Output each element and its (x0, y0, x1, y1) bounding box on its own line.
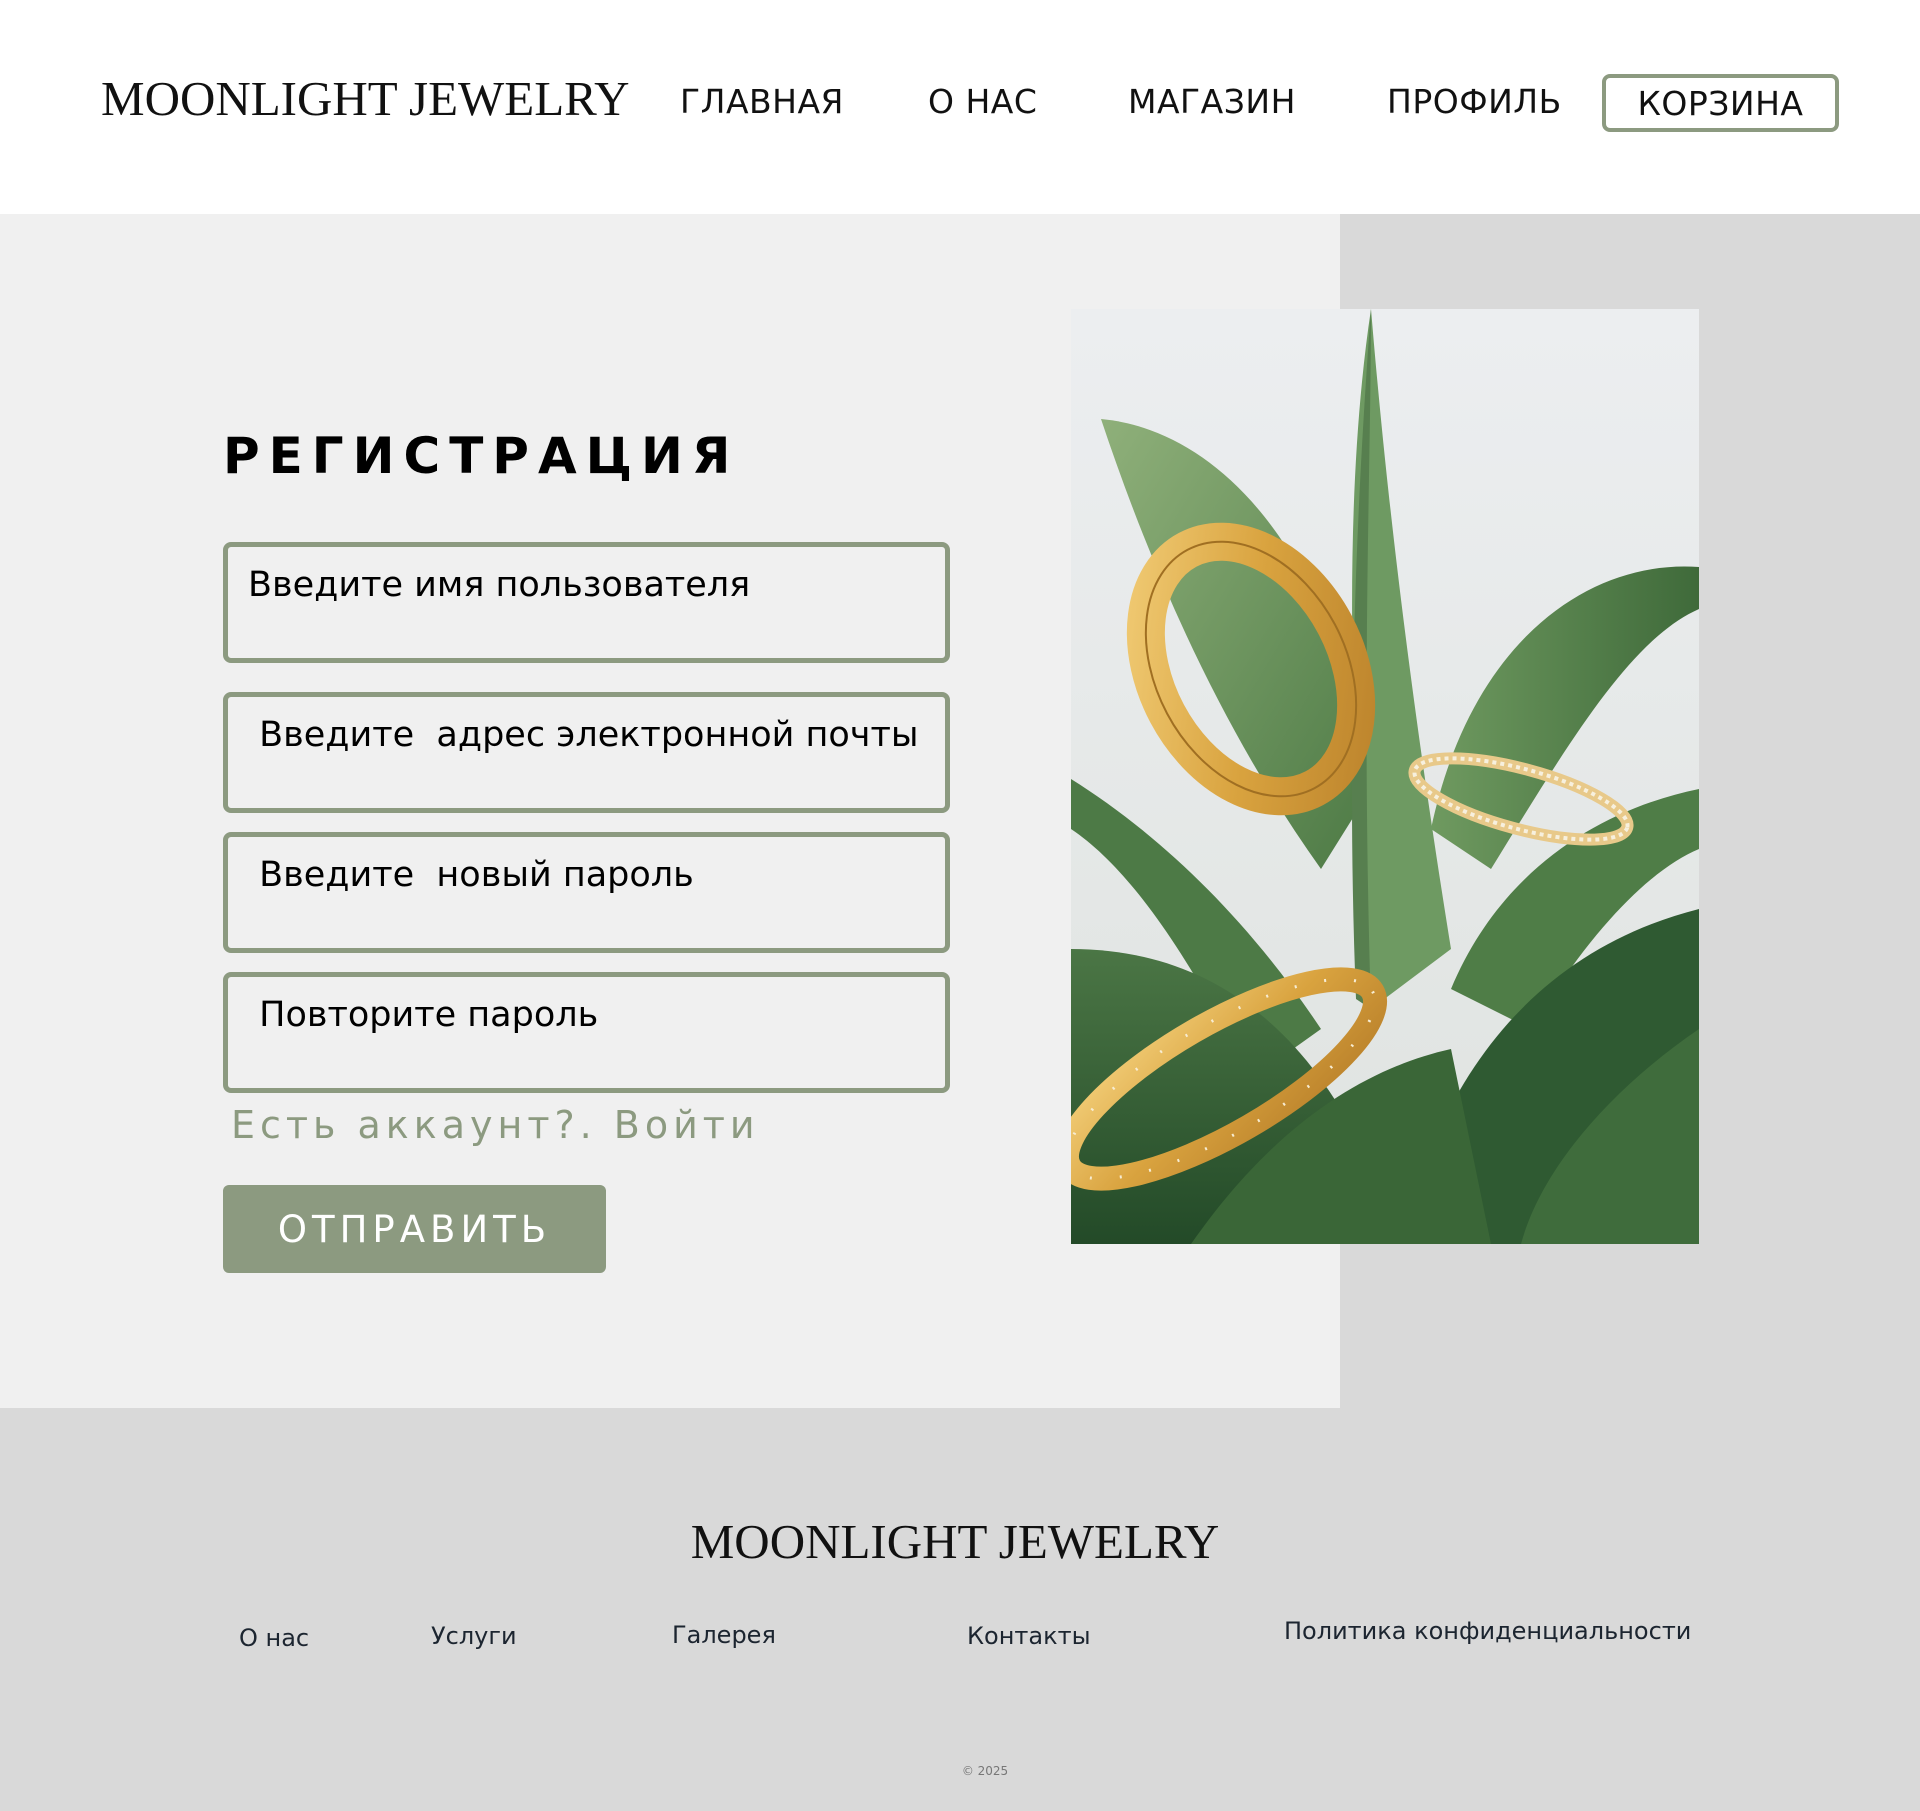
password-input[interactable] (228, 837, 945, 948)
submit-button-label: ОТПРАВИТЬ (277, 1207, 552, 1251)
footer-link-privacy[interactable]: Политика конфиденциальности (1284, 1617, 1691, 1645)
email-field[interactable] (223, 692, 950, 813)
page-title: РЕГИСТРАЦИЯ (223, 427, 740, 485)
username-field[interactable] (223, 542, 950, 663)
site-header: MOONLIGHT JEWELRY ГЛАВНАЯ О НАС МАГАЗИН … (0, 0, 1920, 214)
login-link[interactable]: Есть аккаунт?. Войти (231, 1103, 760, 1147)
footer-link-gallery[interactable]: Галерея (672, 1621, 776, 1649)
nav-profile[interactable]: ПРОФИЛЬ (1387, 82, 1562, 121)
footer-logo: MOONLIGHT JEWELRY (690, 1514, 1220, 1569)
nav-cart-label: КОРЗИНА (1637, 83, 1804, 123)
password-repeat-field[interactable] (223, 972, 950, 1093)
product-photo (1071, 309, 1699, 1244)
site-logo[interactable]: MOONLIGHT JEWELRY (101, 70, 630, 127)
email-input[interactable] (228, 697, 945, 808)
site-footer: MOONLIGHT JEWELRY О нас Услуги Галерея К… (0, 1408, 1920, 1811)
copyright: © 2025 (961, 1764, 1009, 1778)
footer-link-about[interactable]: О нас (239, 1624, 309, 1652)
nav-shop[interactable]: МАГАЗИН (1128, 82, 1296, 121)
submit-button[interactable]: ОТПРАВИТЬ (223, 1185, 606, 1273)
nav-about[interactable]: О НАС (928, 82, 1037, 121)
password-repeat-input[interactable] (228, 977, 945, 1088)
nav-home[interactable]: ГЛАВНАЯ (680, 82, 844, 121)
footer-link-contacts[interactable]: Контакты (967, 1622, 1091, 1650)
nav-cart-button[interactable]: КОРЗИНА (1602, 74, 1839, 132)
footer-link-services[interactable]: Услуги (431, 1622, 517, 1650)
password-field[interactable] (223, 832, 950, 953)
username-input[interactable] (228, 547, 945, 658)
